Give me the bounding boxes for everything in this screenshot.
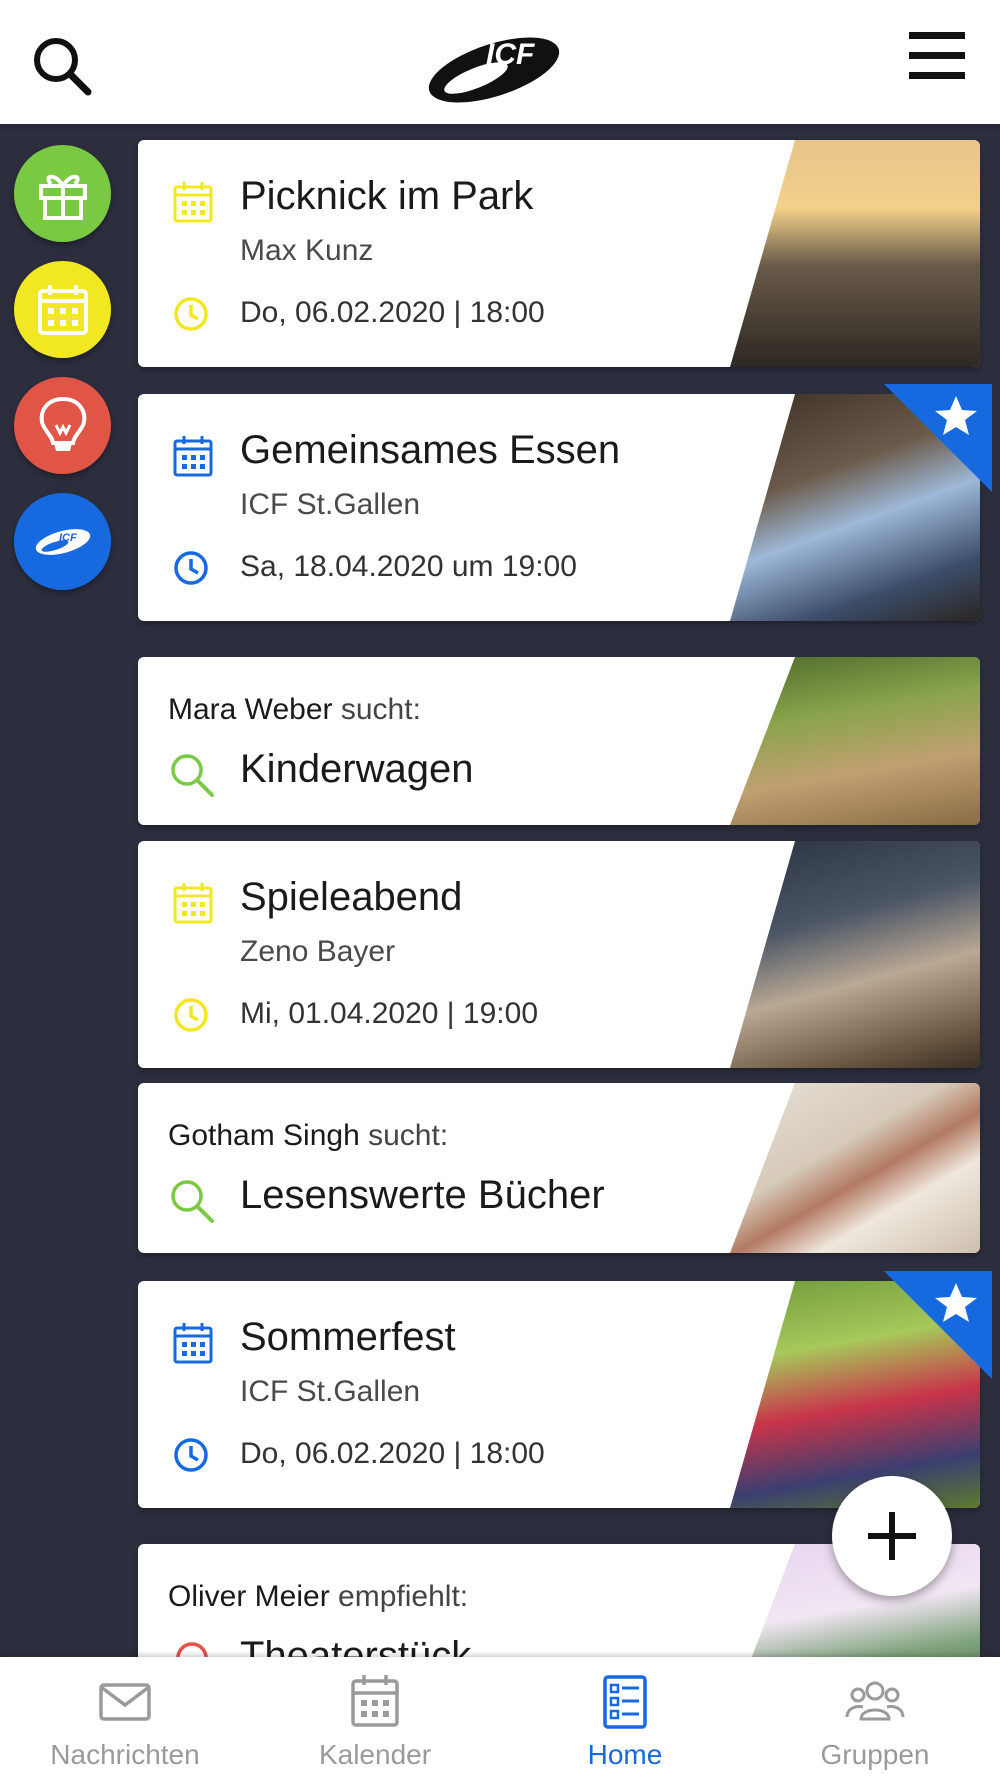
event-photo <box>730 140 980 367</box>
request-verb: sucht: <box>368 1119 449 1152</box>
event-card[interactable]: Sommerfest ICF St.Gallen Do, 06.02.2020 … <box>138 1271 992 1508</box>
event-organizer: ICF St.Gallen <box>240 488 421 521</box>
search-icon[interactable] <box>28 32 96 100</box>
favorite-star-badge[interactable] <box>884 384 992 492</box>
event-organizer: Zeno Bayer <box>240 935 396 968</box>
calendar-icon <box>173 883 213 924</box>
event-datetime: Do, 06.02.2020 | 18:00 <box>240 296 545 329</box>
request-title: Lesenswerte Bücher <box>240 1173 605 1217</box>
sidebar-idea-button[interactable] <box>14 377 111 474</box>
event-card[interactable]: Gemeinsames Essen ICF St.Gallen Sa, 18.0… <box>138 384 992 621</box>
svg-text:ICF: ICF <box>486 38 535 71</box>
request-photo <box>730 657 980 825</box>
event-datetime: Mi, 01.04.2020 | 19:00 <box>240 997 539 1030</box>
request-photo <box>730 1083 980 1253</box>
calendar-icon <box>173 436 213 477</box>
event-organizer: Max Kunz <box>240 234 374 267</box>
nav-label: Home <box>587 1739 663 1770</box>
calendar-icon <box>37 284 88 335</box>
add-button[interactable] <box>832 1476 952 1596</box>
request-author-line: Gotham Singh sucht: <box>168 1119 448 1153</box>
sidebar-gift-button[interactable] <box>14 145 111 242</box>
clock-icon <box>174 1438 208 1472</box>
calendar-icon <box>173 182 213 223</box>
nav-label: Gruppen <box>820 1739 930 1770</box>
favorite-star-badge[interactable] <box>884 1271 992 1379</box>
request-author: Mara Weber <box>168 693 333 726</box>
request-card[interactable]: Mara Weber sucht: Kinderwagen <box>138 657 980 825</box>
svg-text:ICF: ICF <box>59 532 77 544</box>
search-icon <box>171 1180 214 1223</box>
event-datetime: Do, 06.02.2020 | 18:00 <box>240 1437 545 1470</box>
event-title: Picknick im Park <box>240 174 534 218</box>
clock-icon <box>174 297 208 331</box>
calendar-icon <box>351 1675 399 1727</box>
request-verb: sucht: <box>340 693 421 726</box>
request-card[interactable]: Gotham Singh sucht: Lesenswerte Bücher <box>138 1083 980 1253</box>
lightbulb-icon <box>39 396 86 451</box>
gift-icon <box>38 174 87 220</box>
request-author: Gotham Singh <box>168 1119 360 1152</box>
nav-item-nachrichten[interactable]: Nachrichten <box>0 1657 250 1778</box>
sidebar-calendar-button[interactable] <box>14 261 111 358</box>
group-icon <box>845 1681 905 1721</box>
nav-label: Kalender <box>318 1739 432 1770</box>
request-author: Oliver Meier <box>168 1580 330 1613</box>
event-title: Spieleabend <box>240 875 463 919</box>
envelope-icon <box>99 1683 151 1721</box>
nav-item-home[interactable]: Home <box>500 1657 750 1778</box>
event-card[interactable]: Spieleabend Zeno Bayer Mi, 01.04.2020 | … <box>138 841 980 1068</box>
icf-logo[interactable]: ICF <box>424 26 574 106</box>
clock-icon <box>174 998 208 1032</box>
bottom-navigation: Nachrichten Kalender Home Gruppen <box>0 1657 1000 1778</box>
clock-icon <box>174 551 208 585</box>
event-title: Gemeinsames Essen <box>240 428 621 472</box>
request-verb: empfiehlt: <box>338 1580 469 1613</box>
event-organizer: ICF St.Gallen <box>240 1375 421 1408</box>
nav-item-gruppen[interactable]: Gruppen <box>750 1657 1000 1778</box>
request-author-line: Oliver Meier empfiehlt: <box>168 1580 468 1614</box>
event-title: Sommerfest <box>240 1315 456 1359</box>
calendar-icon <box>173 1323 213 1364</box>
sidebar-icf-button[interactable]: ICF <box>14 493 111 590</box>
event-datetime: Sa, 18.04.2020 um 19:00 <box>240 550 577 583</box>
nav-item-kalender[interactable]: Kalender <box>250 1657 500 1778</box>
event-card[interactable]: Picknick im Park Max Kunz Do, 06.02.2020… <box>138 140 980 367</box>
request-author-line: Mara Weber sucht: <box>168 693 421 727</box>
hamburger-menu-icon[interactable] <box>905 28 969 84</box>
event-photo <box>730 841 980 1068</box>
list-icon <box>603 1675 647 1729</box>
top-bar: ICF <box>0 0 1000 124</box>
icf-logo-icon: ICF <box>35 528 90 555</box>
plus-icon <box>868 1512 916 1560</box>
request-title: Kinderwagen <box>240 747 474 791</box>
nav-label: Nachrichten <box>50 1739 200 1770</box>
search-icon <box>171 754 214 797</box>
